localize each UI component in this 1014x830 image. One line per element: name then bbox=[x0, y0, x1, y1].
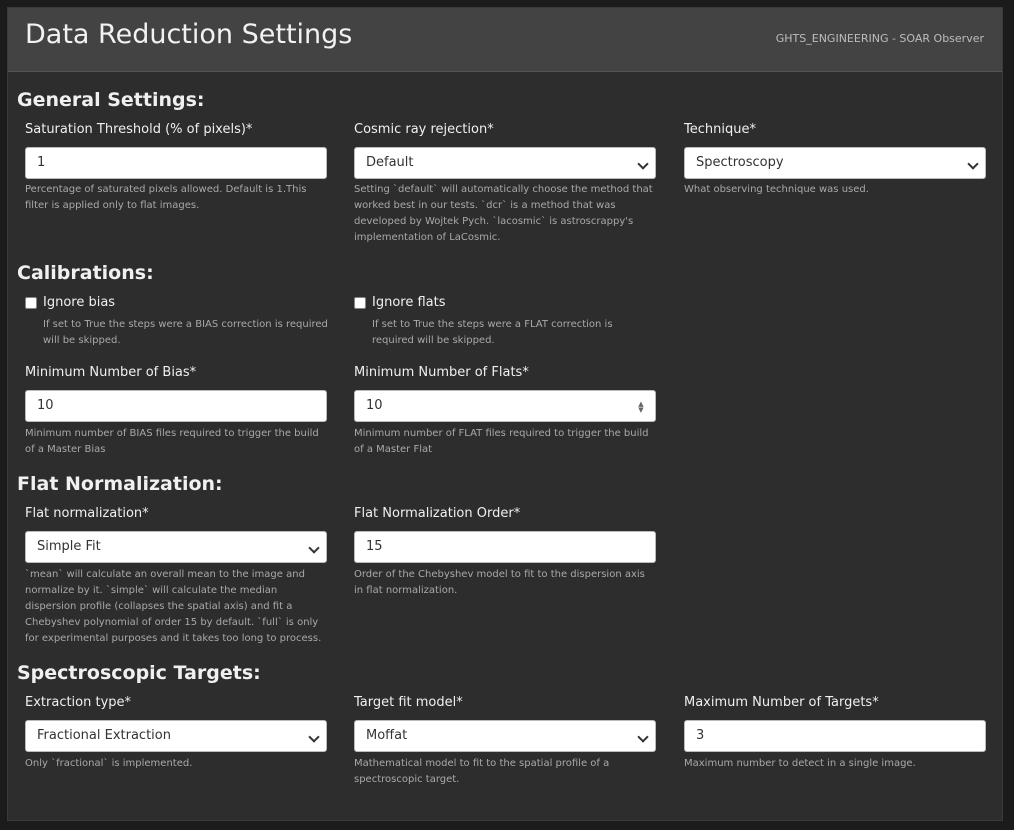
saturation-input[interactable]: 1 bbox=[25, 147, 327, 179]
flat-order-label: Flat Normalization Order* bbox=[354, 506, 521, 521]
spectroscopic-targets-heading: Spectroscopic Targets: bbox=[17, 662, 261, 684]
min-flats-help: Minimum number of FLAT files required to… bbox=[354, 428, 649, 455]
flat-normalization-select[interactable]: Simple Fit bbox=[25, 531, 327, 563]
flat-normalization-value: Simple Fit bbox=[37, 539, 101, 554]
ignore-bias-help: If set to True the steps were a BIAS cor… bbox=[43, 319, 328, 346]
ignore-flats-label: Ignore flats bbox=[372, 295, 446, 310]
extraction-value: Fractional Extraction bbox=[37, 728, 171, 743]
saturation-label: Saturation Threshold (% of pixels)* bbox=[25, 122, 253, 137]
cosmic-select[interactable]: Default bbox=[354, 147, 656, 179]
technique-select[interactable]: Spectroscopy bbox=[684, 147, 986, 179]
ignore-bias-label: Ignore bias bbox=[43, 295, 116, 310]
min-bias-help: Minimum number of BIAS files required to… bbox=[25, 428, 319, 455]
min-flats-input[interactable]: 10 ▲ ▼ bbox=[354, 390, 656, 422]
min-bias-label: Minimum Number of Bias* bbox=[25, 365, 197, 380]
ignore-flats-help: If set to True the steps were a FLAT cor… bbox=[372, 319, 613, 346]
general-settings-heading: General Settings: bbox=[17, 89, 205, 111]
cosmic-help: Setting `default` will automatically cho… bbox=[354, 184, 653, 243]
user-label: GHTS_ENGINEERING - SOAR Observer bbox=[775, 32, 984, 45]
fit-model-select[interactable]: Moffat bbox=[354, 720, 656, 752]
min-flats-value: 10 bbox=[366, 398, 383, 413]
max-targets-help: Maximum number to detect in a single ima… bbox=[684, 758, 916, 769]
max-targets-label: Maximum Number of Targets* bbox=[684, 695, 879, 710]
panel-header: Data Reduction Settings GHTS_ENGINEERING… bbox=[8, 8, 1002, 72]
extraction-select[interactable]: Fractional Extraction bbox=[25, 720, 327, 752]
cosmic-select-value: Default bbox=[366, 155, 414, 170]
flat-order-input[interactable]: 15 bbox=[354, 531, 656, 563]
ignore-flats-checkbox[interactable] bbox=[354, 297, 366, 309]
flat-normalization-help: `mean` will calculate an overall mean to… bbox=[25, 569, 322, 644]
technique-label: Technique* bbox=[684, 122, 756, 137]
cosmic-label: Cosmic ray rejection* bbox=[354, 122, 494, 137]
flat-order-help: Order of the Chebyshev model to fit to t… bbox=[354, 569, 645, 596]
min-flats-label: Minimum Number of Flats* bbox=[354, 365, 529, 380]
flat-normalization-label: Flat normalization* bbox=[25, 506, 149, 521]
saturation-help: Percentage of saturated pixels allowed. … bbox=[25, 184, 307, 211]
spinner-arrows-icon[interactable]: ▲ ▼ bbox=[636, 401, 646, 414]
fit-model-value: Moffat bbox=[366, 728, 408, 743]
page-title: Data Reduction Settings bbox=[25, 19, 353, 50]
ignore-bias-checkbox[interactable] bbox=[25, 297, 37, 309]
technique-select-value: Spectroscopy bbox=[696, 155, 784, 170]
fit-model-label: Target fit model* bbox=[354, 695, 463, 710]
fit-model-help: Mathematical model to fit to the spatial… bbox=[354, 758, 610, 785]
max-targets-input[interactable]: 3 bbox=[684, 720, 986, 752]
min-bias-input[interactable]: 10 bbox=[25, 390, 327, 422]
extraction-help: Only `fractional` is implemented. bbox=[25, 758, 193, 769]
calibrations-heading: Calibrations: bbox=[17, 262, 154, 284]
extraction-label: Extraction type* bbox=[25, 695, 132, 710]
flat-normalization-heading: Flat Normalization: bbox=[17, 473, 223, 495]
technique-help: What observing technique was used. bbox=[684, 184, 869, 195]
